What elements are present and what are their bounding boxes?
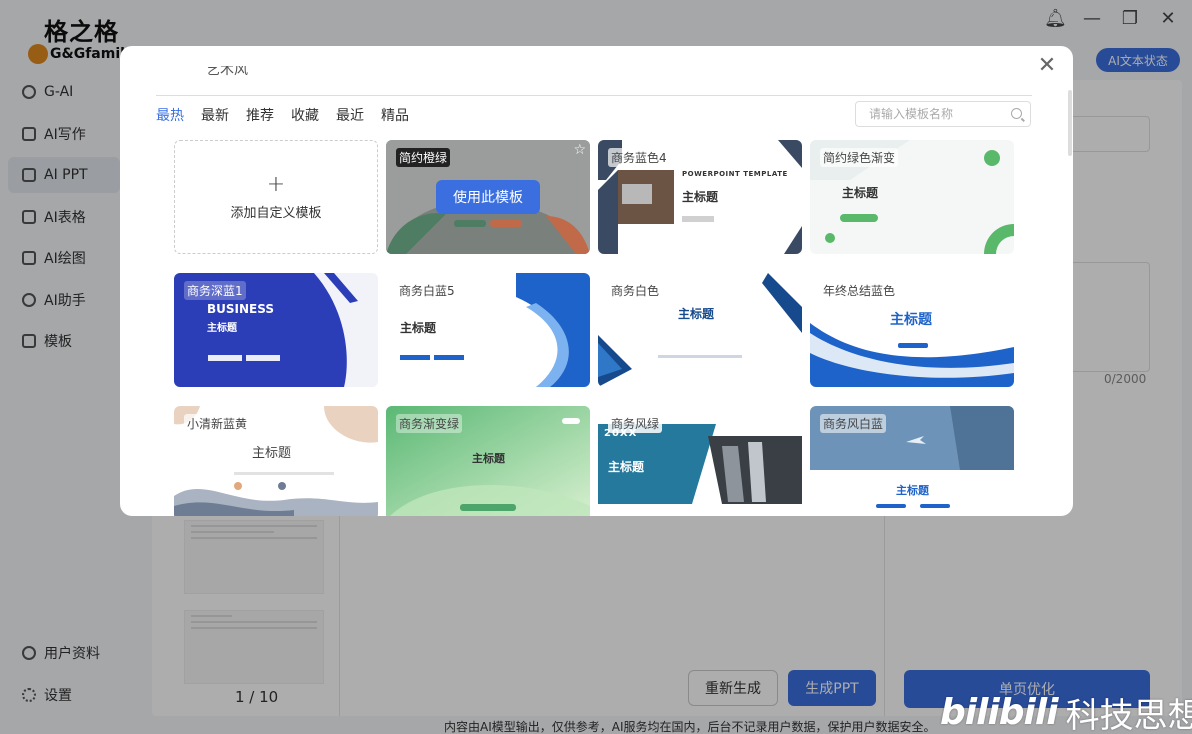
- template-title: 主标题: [472, 452, 505, 465]
- tab-recent[interactable]: 最近: [336, 105, 364, 125]
- watermark: bilibili 科技思想: [940, 688, 1192, 734]
- template-search-input[interactable]: [869, 107, 999, 121]
- divider: [156, 95, 1032, 96]
- template-title: 主标题: [842, 186, 879, 200]
- tab-favorites[interactable]: 收藏: [291, 105, 319, 125]
- template-name-badge: 商务风白蓝: [820, 414, 887, 433]
- cut-off-heading: 艺术风: [206, 66, 248, 78]
- modal-scrollbar[interactable]: [1068, 90, 1072, 156]
- template-title: 主标题: [890, 312, 932, 328]
- template-subtitle: BUSINESS: [207, 302, 274, 316]
- template-tabs: 最热 最新 推荐 收藏 最近 精品: [156, 105, 409, 125]
- template-title: 主标题: [252, 446, 292, 461]
- template-card[interactable]: 商务风白蓝 主标题: [810, 406, 1014, 516]
- template-name-badge: 商务深蓝1: [184, 281, 246, 300]
- template-name-badge: 小清新蓝黄: [184, 414, 251, 433]
- template-name-badge: 商务风绿: [608, 414, 663, 433]
- template-card[interactable]: 商务白色 主标题: [598, 273, 802, 387]
- template-name-badge: 商务渐变绿: [396, 414, 463, 433]
- template-card[interactable]: 商务深蓝1 BUSINESS 主标题: [174, 273, 378, 387]
- add-custom-template-label: 添加自定义模板: [230, 205, 322, 221]
- template-card[interactable]: 年终总结蓝色 主标题: [810, 273, 1014, 387]
- use-template-button[interactable]: 使用此模板: [436, 180, 540, 214]
- template-subtitle: POWERPOINT TEMPLATE: [682, 170, 788, 178]
- template-title: 主标题: [400, 321, 437, 335]
- template-name-badge: 商务白蓝5: [396, 281, 458, 300]
- tab-hot[interactable]: 最热: [156, 105, 184, 125]
- template-card[interactable]: 商务白蓝5 主标题: [386, 273, 590, 387]
- template-picker-modal: 艺术风 ✕ 最热 最新 推荐 收藏 最近 精品 + 添加自定义模板: [120, 46, 1073, 516]
- modal-close-icon[interactable]: ✕: [1036, 53, 1058, 78]
- template-name-badge: 商务白色: [608, 281, 663, 300]
- template-card[interactable]: 商务渐变绿 主标题: [386, 406, 590, 516]
- template-title: 主标题: [682, 190, 719, 204]
- template-search-box: [855, 101, 1031, 127]
- bilibili-logo: bilibili: [940, 692, 1059, 733]
- tab-recommended[interactable]: 推荐: [246, 105, 274, 125]
- tab-premium[interactable]: 精品: [381, 105, 409, 125]
- template-card[interactable]: 简约绿色渐变 主标题: [810, 140, 1014, 254]
- template-name-badge: 简约橙绿: [396, 148, 451, 167]
- template-card[interactable]: 商务蓝色4 POWERPOINT TEMPLATE 主标题: [598, 140, 802, 254]
- tab-newest[interactable]: 最新: [201, 105, 229, 125]
- star-icon[interactable]: ☆: [573, 142, 586, 158]
- template-title: 主标题: [678, 307, 715, 321]
- template-title: 主标题: [896, 484, 929, 497]
- template-card[interactable]: 小清新蓝黄 主标题: [174, 406, 378, 516]
- search-icon[interactable]: [1011, 108, 1022, 119]
- plus-icon: +: [266, 171, 286, 197]
- template-name-badge: 简约绿色渐变: [820, 148, 899, 167]
- add-custom-template-card[interactable]: + 添加自定义模板: [174, 140, 378, 254]
- template-name-badge: 商务蓝色4: [608, 148, 670, 167]
- template-title: 主标题: [207, 323, 237, 334]
- template-name-badge: 年终总结蓝色: [820, 281, 899, 300]
- template-card[interactable]: 简约橙绿 ☆ 使用此模板: [386, 140, 590, 254]
- template-title: 主标题: [608, 460, 645, 474]
- watermark-text: 科技思想: [1065, 696, 1192, 734]
- template-card[interactable]: 商务风绿 20XX 主标题: [598, 406, 802, 516]
